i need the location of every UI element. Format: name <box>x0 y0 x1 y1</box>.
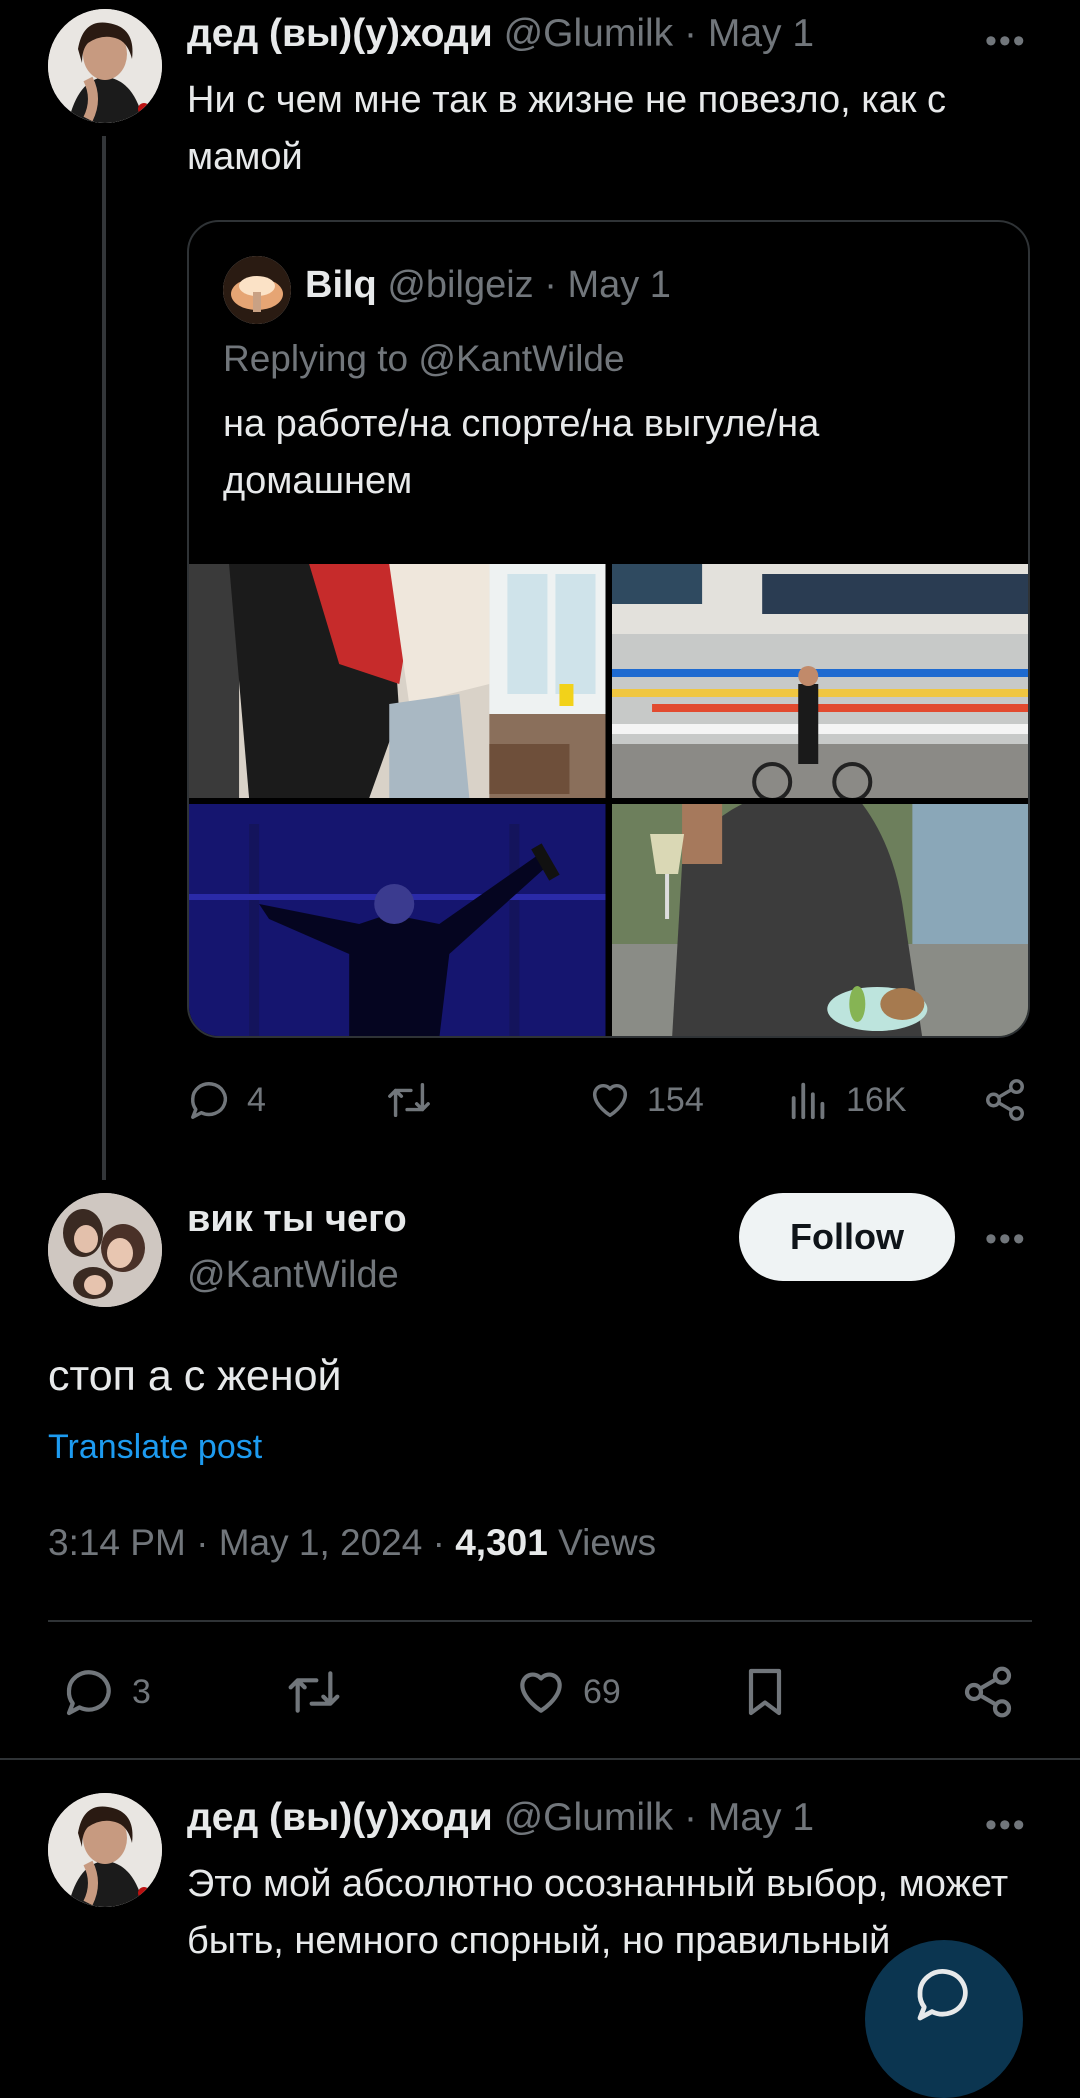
share-icon <box>964 1666 1012 1718</box>
quoted-post-card[interactable]: Bilq @bilgeiz · May 1 Replying to @KantW… <box>187 220 1030 1038</box>
main-reply-button[interactable]: 3 <box>62 1664 151 1720</box>
avatar-kantwilde[interactable] <box>48 1193 162 1307</box>
separator-dot: · <box>432 1522 445 1563</box>
post3-header: дед (вы)(у)ходи @Glumilk · May 1 <box>187 1796 814 1840</box>
like-icon <box>520 1672 562 1713</box>
reply-icon <box>66 1670 111 1716</box>
media-photo-home[interactable] <box>611 804 1028 1036</box>
bookmark-button[interactable] <box>737 1664 793 1720</box>
replying-to-label: Replying to <box>223 338 419 379</box>
media-photo-work[interactable] <box>189 564 606 798</box>
quote-header: Bilq @bilgeiz · May 1 <box>305 264 671 307</box>
separator-dot: · <box>544 264 557 306</box>
main-post-date[interactable]: May 1, 2024 <box>219 1522 423 1563</box>
post3-date[interactable]: May 1 <box>708 1796 814 1839</box>
main-post-time[interactable]: 3:14 PM <box>48 1522 186 1563</box>
quote-date: May 1 <box>567 264 671 306</box>
post3-handle[interactable]: @Glumilk <box>504 1796 674 1839</box>
compose-icon <box>917 1969 968 2021</box>
post1-date[interactable]: May 1 <box>708 12 814 55</box>
post1-views-count: 16K <box>846 1080 907 1119</box>
main-reply-count: 3 <box>132 1672 151 1711</box>
compose-reply-button[interactable] <box>865 1940 1023 2098</box>
quote-author-name[interactable]: Bilq <box>305 264 377 306</box>
follow-button[interactable]: Follow <box>739 1193 955 1281</box>
main-views-count: 4,301 <box>455 1522 548 1563</box>
views-icon <box>791 1082 825 1120</box>
main-author-name[interactable]: вик ты чего <box>187 1198 407 1241</box>
post1-retweet-button[interactable] <box>384 1077 448 1123</box>
more-icon[interactable]: ••• <box>985 1222 1027 1256</box>
post1-header: дед (вы)(у)ходи @Glumilk · May 1 <box>187 12 814 56</box>
more-icon[interactable]: ••• <box>985 24 1027 58</box>
post1-share-button[interactable] <box>982 1077 1028 1123</box>
divider <box>0 1758 1080 1760</box>
reply-icon <box>191 1082 228 1119</box>
post1-views-button[interactable]: 16K <box>786 1077 907 1123</box>
quote-text: на работе/на спорте/на выгуле/на домашне… <box>223 403 820 502</box>
divider <box>48 1620 1032 1622</box>
separator-dot: · <box>684 12 698 55</box>
main-like-button[interactable]: 69 <box>513 1664 621 1720</box>
more-icon[interactable]: ••• <box>985 1808 1027 1842</box>
like-icon <box>592 1083 628 1118</box>
main-share-button[interactable] <box>960 1664 1016 1720</box>
post1-text: Ни с чем мне так в жизне не повезло, как… <box>187 79 947 178</box>
media-photo-party[interactable] <box>189 804 606 1036</box>
replying-to-handle[interactable]: @KantWilde <box>418 338 624 379</box>
post1-reply-button[interactable]: 4 <box>187 1077 266 1123</box>
quote-media-grid <box>189 564 1028 1036</box>
post1-handle[interactable]: @Glumilk <box>504 12 674 55</box>
share-icon <box>986 1079 1024 1121</box>
post1-like-button[interactable]: 154 <box>587 1077 704 1123</box>
quote-handle[interactable]: @bilgeiz <box>387 264 533 306</box>
main-retweet-button[interactable] <box>283 1664 345 1720</box>
avatar-bilgeiz[interactable] <box>223 256 291 324</box>
main-post-meta: 3:14 PM · May 1, 2024 · 4,301 Views <box>48 1522 656 1564</box>
translate-post-link[interactable]: Translate post <box>48 1428 262 1467</box>
avatar-glumilk[interactable] <box>48 9 162 123</box>
media-photo-sport[interactable] <box>611 564 1028 798</box>
retweet-icon <box>288 1671 340 1713</box>
main-views-label: Views <box>558 1522 657 1563</box>
main-handle[interactable]: @KantWilde <box>187 1254 399 1297</box>
separator-dot: · <box>684 1796 698 1839</box>
post1-reply-count: 4 <box>247 1080 266 1119</box>
post1-author-name[interactable]: дед (вы)(у)ходи <box>187 12 493 55</box>
separator-dot: · <box>196 1522 209 1563</box>
thread-connector <box>102 136 106 1180</box>
main-like-count: 69 <box>583 1672 621 1711</box>
quote-replying-to: Replying to @KantWilde <box>223 338 625 380</box>
main-post-text: стоп а с женой <box>48 1352 342 1400</box>
retweet-icon <box>388 1082 430 1118</box>
bookmark-icon <box>748 1668 782 1716</box>
avatar-glumilk[interactable] <box>48 1793 162 1907</box>
post3-author-name[interactable]: дед (вы)(у)ходи <box>187 1796 493 1839</box>
post1-like-count: 154 <box>647 1080 704 1119</box>
